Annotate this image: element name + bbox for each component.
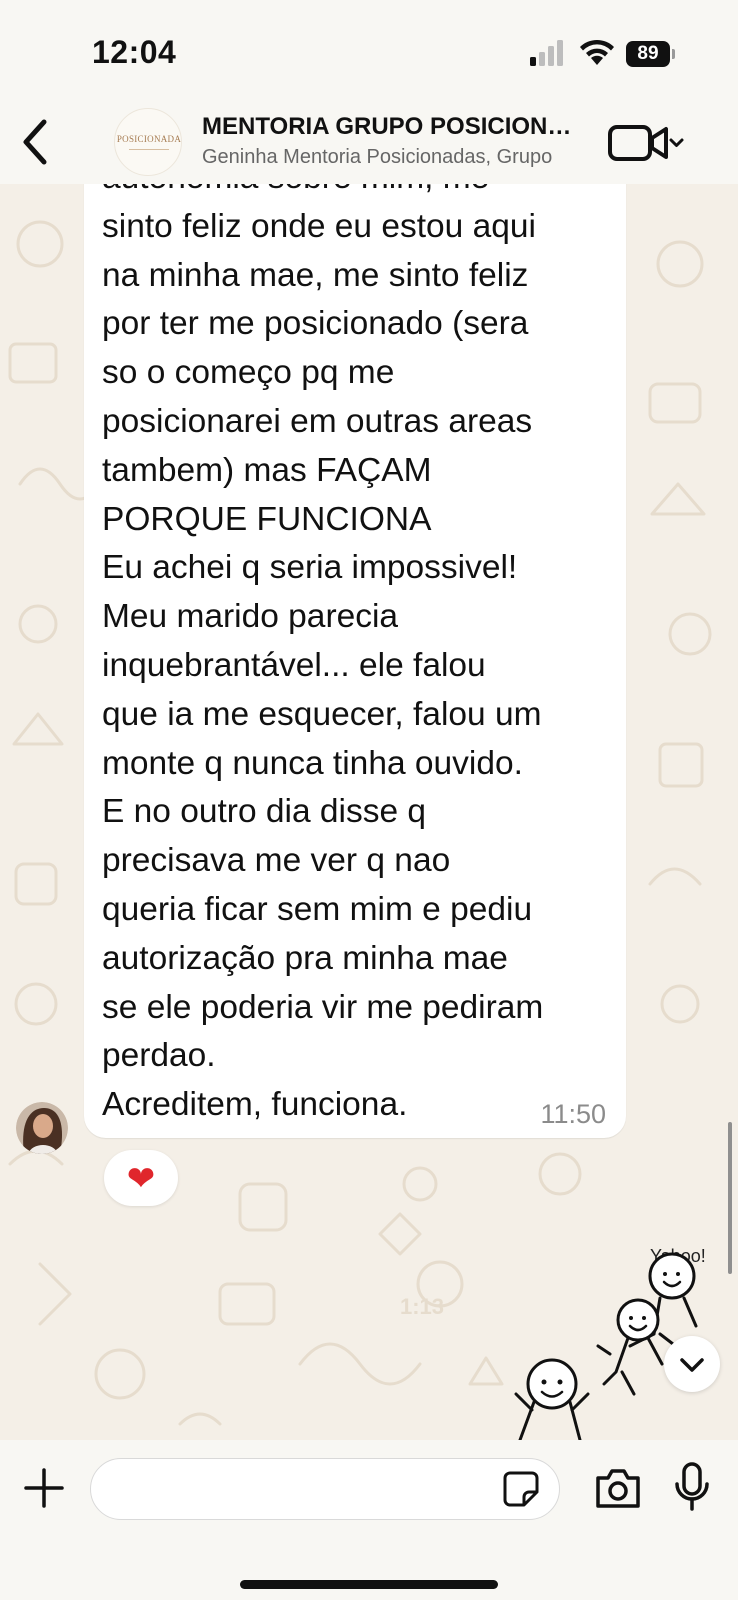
sender-avatar[interactable] (16, 1102, 68, 1154)
sticker-yahoo[interactable] (510, 1234, 710, 1440)
message-text: autonomia sobre mim, me sinto feliz onde… (102, 184, 544, 1124)
chat-subtitle[interactable]: Geninha Mentoria Posicionadas, Grupo (202, 146, 587, 169)
group-avatar[interactable]: POSICIONADA (114, 108, 182, 176)
status-bar: 12:04 89 (0, 0, 738, 100)
status-time: 12:04 (92, 34, 177, 70)
chat-header: POSICIONADA MENTORIA GRUPO POSICIONADAS … (0, 100, 738, 184)
battery-icon: 89 (626, 41, 675, 67)
scroll-down-button[interactable] (664, 1336, 720, 1392)
chevron-down-icon (680, 1358, 704, 1372)
back-button[interactable] (16, 114, 56, 170)
reaction-heart[interactable]: ❤ (104, 1150, 178, 1206)
home-indicator (240, 1580, 498, 1589)
battery-tip (672, 49, 675, 59)
video-call-button[interactable] (608, 118, 688, 168)
scroll-indicator[interactable] (728, 1122, 732, 1274)
chat-area[interactable]: 1:13 autonomia sobre mim, me sinto feliz… (0, 184, 738, 1440)
sticker-button[interactable] (502, 1470, 540, 1508)
chevron-down-icon (669, 138, 684, 147)
input-bar (0, 1440, 738, 1600)
group-avatar-logo: POSICIONADA (116, 134, 182, 144)
microphone-button[interactable] (674, 1462, 710, 1512)
camera-button[interactable] (594, 1466, 642, 1510)
message-bubble[interactable]: autonomia sobre mim, me sinto feliz onde… (84, 184, 626, 1138)
message-input[interactable] (90, 1458, 560, 1520)
message-time: 11:50 (540, 1099, 606, 1129)
wifi-icon (580, 39, 614, 65)
cellular-signal-icon (530, 40, 563, 66)
battery-level: 89 (626, 41, 670, 67)
group-avatar-divider (129, 149, 169, 150)
plus-button[interactable] (22, 1466, 66, 1510)
chat-title[interactable]: MENTORIA GRUPO POSICIONADAS (202, 113, 587, 141)
svg-text:1:13: 1:13 (400, 1294, 444, 1319)
